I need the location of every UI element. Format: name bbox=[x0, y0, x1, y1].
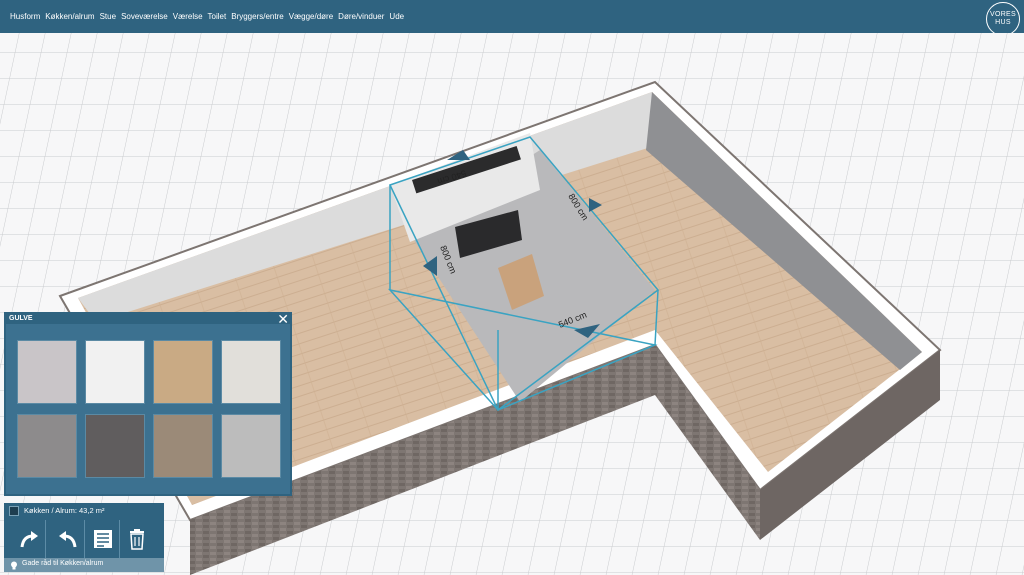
floor-tile-rustic-wood[interactable] bbox=[153, 414, 213, 478]
menu-item-kokken-alrum[interactable]: Køkken/alrum bbox=[45, 12, 94, 21]
vores-hus-logo[interactable]: VORES HUS bbox=[986, 2, 1020, 36]
undo-icon bbox=[58, 531, 76, 548]
floor-tile-light-oak[interactable] bbox=[153, 340, 213, 404]
redo-button[interactable] bbox=[12, 520, 46, 558]
floor-tile-whitewash-wood[interactable] bbox=[221, 340, 281, 404]
floor-material-panel: GULVE ✕ bbox=[4, 312, 292, 496]
floor-tile-grey-fabric[interactable] bbox=[17, 340, 77, 404]
menu-item-dore-vinduer[interactable]: Døre/vinduer bbox=[338, 12, 384, 21]
floor-tile-white-tile[interactable] bbox=[85, 340, 145, 404]
room-category-menu: Husform Køkken/alrum Stue Soveværelse Væ… bbox=[10, 0, 404, 33]
menu-item-ude[interactable]: Ude bbox=[389, 12, 404, 21]
list-button[interactable] bbox=[86, 520, 120, 558]
room-toolbar bbox=[4, 520, 164, 558]
floor-tile-light-concrete[interactable] bbox=[221, 414, 281, 478]
delete-button[interactable] bbox=[120, 520, 154, 558]
top-menu-bar: Husform Køkken/alrum Stue Soveværelse Væ… bbox=[0, 0, 1024, 36]
menu-item-stue[interactable]: Stue bbox=[100, 12, 116, 21]
redo-icon bbox=[20, 531, 38, 548]
trash-icon bbox=[130, 529, 144, 550]
floor-tile-dark-slate[interactable] bbox=[85, 414, 145, 478]
menu-item-husform[interactable]: Husform bbox=[10, 12, 40, 21]
room-color-swatch bbox=[9, 506, 19, 516]
lightbulb-icon bbox=[11, 561, 17, 570]
room-area-label: Køkken / Alrum: 43,2 m² bbox=[24, 506, 105, 515]
menu-item-bryggers-entre[interactable]: Bryggers/entre bbox=[231, 12, 283, 21]
hint-bar[interactable]: Gade råd til Køkken/alrum bbox=[4, 558, 164, 572]
menu-item-vaerelse[interactable]: Værelse bbox=[173, 12, 203, 21]
menu-item-sovevaerelse[interactable]: Soveværelse bbox=[121, 12, 168, 21]
logo-line-1: VORES bbox=[989, 11, 1016, 18]
room-info-bar[interactable]: Køkken / Alrum: 43,2 m² bbox=[4, 503, 164, 520]
menu-item-vaegge-dore[interactable]: Vægge/døre bbox=[289, 12, 333, 21]
undo-button[interactable] bbox=[51, 520, 85, 558]
hint-text: Gade råd til Køkken/alrum bbox=[22, 560, 104, 567]
floor-panel-title: GULVE bbox=[9, 315, 33, 322]
menu-item-toilet[interactable]: Toilet bbox=[208, 12, 227, 21]
logo-line-2: HUS bbox=[995, 19, 1011, 26]
list-icon bbox=[93, 530, 112, 548]
floor-tiles-grid bbox=[6, 324, 290, 494]
floor-tile-grey-concrete[interactable] bbox=[17, 414, 77, 478]
